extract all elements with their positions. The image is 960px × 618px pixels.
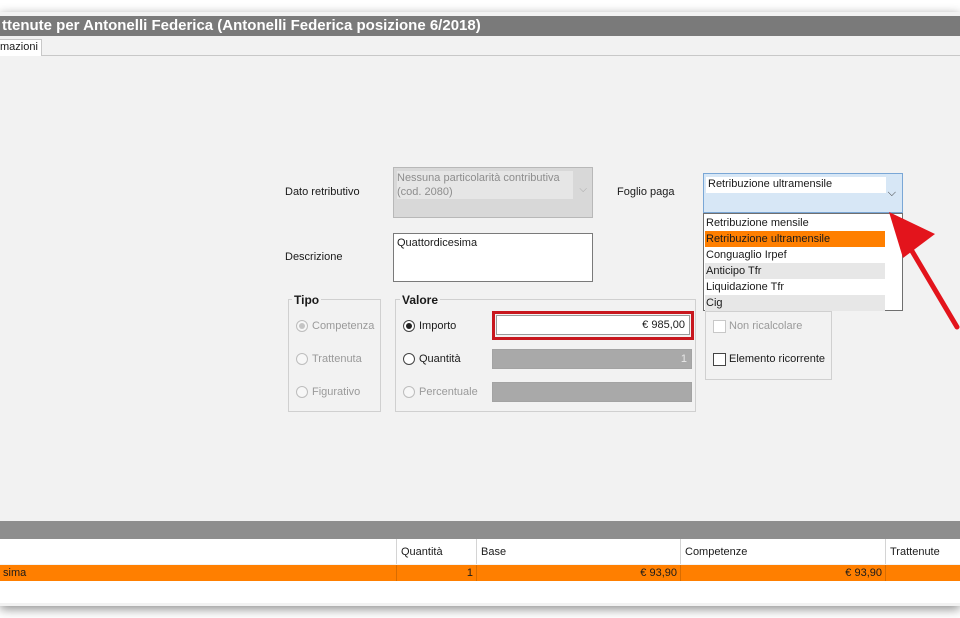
radio-figurativo [296,386,308,398]
radio-competenza-label: Competenza [312,320,375,332]
grid-body [0,581,960,603]
foglio-paga-dropdown-list: Retribuzione mensile Retribuzione ultram… [703,213,903,311]
valore-group-title: Valore [400,293,441,307]
cell-competenze: € 93,90 [681,565,886,581]
grid-header-competenze[interactable]: Competenze [681,539,886,564]
grid-header: Quantità Base Competenze Trattenute [0,539,960,564]
radio-trattenuta [296,353,308,365]
importo-highlight-box [492,311,694,340]
cell-trattenute [886,565,960,581]
grid-header-trattenute[interactable]: Trattenute [886,539,960,564]
tab-strip: mazioni [0,38,960,56]
window-title: ttenute per Antonelli Federica (Antonell… [0,16,960,36]
grid-header-descrizione[interactable] [0,539,397,564]
tab-informazioni[interactable]: mazioni [0,39,42,56]
chevron-down-icon: ⌵ [579,184,587,195]
descrizione-input[interactable]: Quattordicesima [393,233,593,282]
elemento-ricorrente-label[interactable]: Elemento ricorrente [729,353,825,365]
dialog-window: ttenute per Antonelli Federica (Antonell… [0,12,960,606]
radio-percentuale-label: Percentuale [419,386,478,398]
radio-importo[interactable] [403,320,415,332]
radio-trattenuta-label: Trattenuta [312,353,362,365]
radio-quantita[interactable] [403,353,415,365]
grid-header-base[interactable]: Base [477,539,681,564]
non-ricalcolare-label: Non ricalcolare [729,320,803,332]
grid-toolbar [0,521,960,539]
descrizione-label: Descrizione [285,251,343,263]
dato-retributivo-combo: Nessuna particolarità contributiva (cod.… [393,167,593,218]
dropdown-option-retribuzione-mensile[interactable]: Retribuzione mensile [705,215,885,231]
elemento-ricorrente-checkbox[interactable] [713,353,726,366]
radio-percentuale [403,386,415,398]
foglio-paga-value[interactable]: Retribuzione ultramensile [706,177,886,193]
radio-figurativo-label: Figurativo [312,386,361,398]
non-ricalcolare-checkbox [713,320,726,333]
radio-importo-label[interactable]: Importo [419,320,456,332]
dropdown-option-cig[interactable]: Cig [705,295,885,311]
dato-retributivo-value: Nessuna particolarità contributiva (cod.… [397,171,573,199]
tipo-group-title: Tipo [292,293,322,307]
dropdown-option-conguaglio-irpef[interactable]: Conguaglio Irpef [705,247,885,263]
cell-descrizione: sima [0,565,397,581]
cell-base: € 93,90 [477,565,681,581]
dato-retributivo-label: Dato retributivo [285,186,360,198]
radio-competenza [296,320,308,332]
chevron-down-icon[interactable]: ⌵ [888,187,896,200]
annotation-arrow-icon [889,212,960,330]
grid-header-quantita[interactable]: Quantità [397,539,477,564]
dropdown-option-liquidazione-tfr[interactable]: Liquidazione Tfr [705,279,885,295]
radio-quantita-label[interactable]: Quantità [419,353,461,365]
dropdown-option-anticipo-tfr[interactable]: Anticipo Tfr [705,263,885,279]
quantita-input: 1 [492,349,692,369]
foglio-paga-label: Foglio paga [617,186,675,198]
foglio-paga-combo[interactable]: Retribuzione ultramensile ⌵ [703,173,903,213]
dropdown-option-retribuzione-ultramensile[interactable]: Retribuzione ultramensile [705,231,885,247]
table-row[interactable]: sima 1 € 93,90 € 93,90 [0,565,960,581]
percentuale-input [492,382,692,402]
cell-quantita: 1 [397,565,477,581]
